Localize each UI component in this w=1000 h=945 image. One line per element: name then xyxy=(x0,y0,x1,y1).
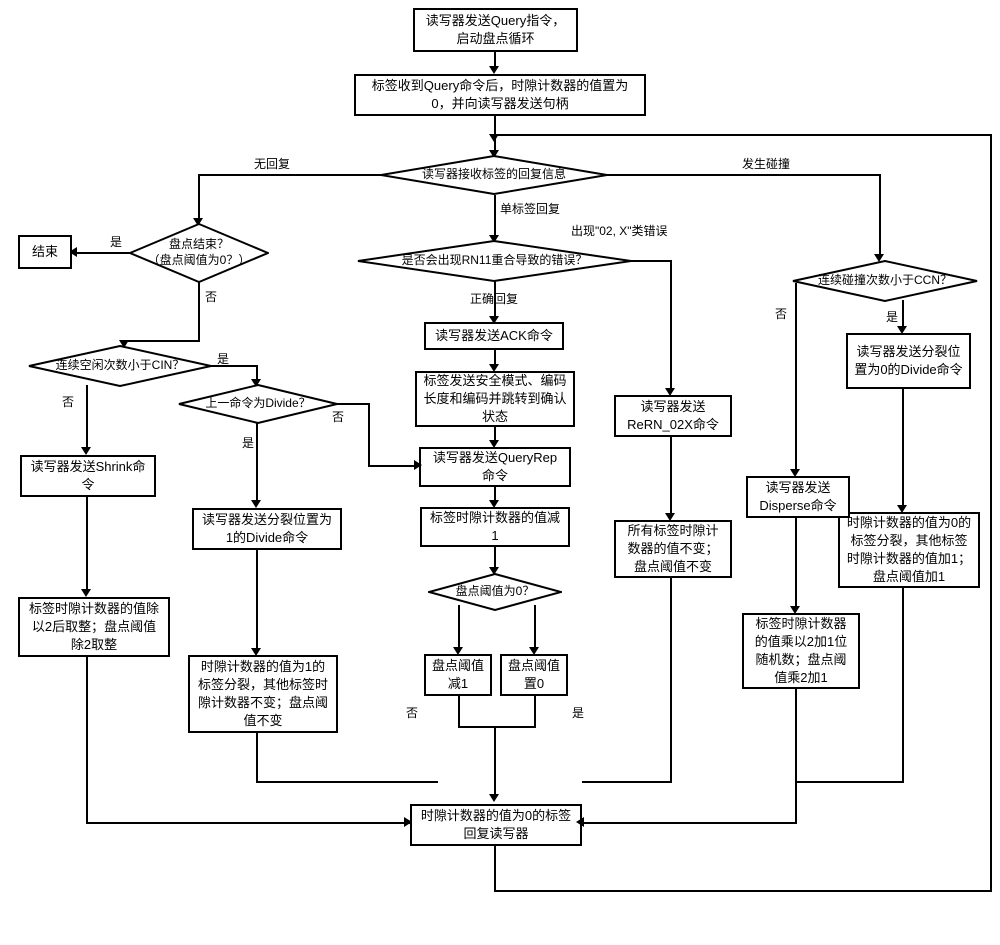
divide1-box: 读写器发送分裂位置为1的Divide命令 xyxy=(192,508,342,550)
disperse-box: 读写器发送Disperse命令 xyxy=(746,476,850,518)
divide0-box: 读写器发送分裂位置为0的Divide命令 xyxy=(846,333,971,389)
prev-divide-diamond: 上一命令为Divide？ xyxy=(178,384,338,424)
ack-result-box: 标签发送安全模式、编码长度和编码并跳转到确认状态 xyxy=(415,371,575,427)
rern-box: 读写器发送ReRN_02X命令 xyxy=(614,395,732,437)
rn11-diamond: 是否会出现RN11重合导致的错误？ xyxy=(357,240,632,282)
prev-divide-no: 否 xyxy=(330,408,346,425)
divide1-result-box: 时隙计数器的值为1的标签分裂，其他标签时隙计数器不变；盘点阈值不变 xyxy=(188,655,338,733)
prev-divide-yes: 是 xyxy=(240,434,256,451)
no-reply-label: 无回复 xyxy=(252,155,292,172)
receive-diamond: 读写器接收标签的回复信息 xyxy=(380,155,608,195)
queryrep-box: 读写器发送QueryRep命令 xyxy=(419,447,571,487)
end-box: 结束 xyxy=(18,235,72,269)
error-02x-label: 出现"02, X"类错误 xyxy=(569,222,670,239)
pd-end-diamond: 盘点结束？ （盘点阈值为0？） xyxy=(129,223,269,283)
bottom-box: 时隙计数器的值为0的标签回复读写器 xyxy=(410,804,582,846)
single-label: 单标签回复 xyxy=(498,200,562,217)
cin-no: 否 xyxy=(60,393,76,410)
pdz-no: 否 xyxy=(404,704,420,721)
shrink-result-box: 标签时隙计数器的值除以2后取整；盘点阈值除2取整 xyxy=(18,597,170,657)
rern-result-box: 所有标签时隙计数器的值不变；盘点阈值不变 xyxy=(614,520,732,578)
cin-diamond: 连续空闲次数小于CIN？ xyxy=(28,345,212,387)
ccn-no: 否 xyxy=(773,305,789,322)
queryrep-result-box: 标签时隙计数器的值减1 xyxy=(420,507,570,547)
collision-label: 发生碰撞 xyxy=(740,155,792,172)
ccn-yes: 是 xyxy=(884,308,900,325)
pd-zero-diamond: 盘点阈值为0？ xyxy=(428,573,562,611)
pd-zero-box: 盘点阈值置0 xyxy=(500,654,568,696)
pdz-yes: 是 xyxy=(570,704,586,721)
pd-end-no: 否 xyxy=(203,288,219,305)
divide0-result-box: 时隙计数器的值为0的标签分裂，其他标签时隙计数器的值加1；盘点阈值加1 xyxy=(838,512,980,588)
step2-box: 标签收到Query命令后，时隙计数器的值置为0，并向读写器发送句柄 xyxy=(354,74,646,116)
ccn-diamond: 连续碰撞次数小于CCN？ xyxy=(792,260,978,302)
disperse-result-box: 标签时隙计数器的值乘以2加1位随机数；盘点阈值乘2加1 xyxy=(742,613,860,689)
start-box: 读写器发送Query指令，启动盘点循环 xyxy=(413,8,578,52)
shrink-box: 读写器发送Shrink命令 xyxy=(20,455,156,497)
pd-end-yes: 是 xyxy=(108,233,124,250)
ack-box: 读写器发送ACK命令 xyxy=(424,322,564,350)
pd-dec-box: 盘点阈值减1 xyxy=(424,654,492,696)
